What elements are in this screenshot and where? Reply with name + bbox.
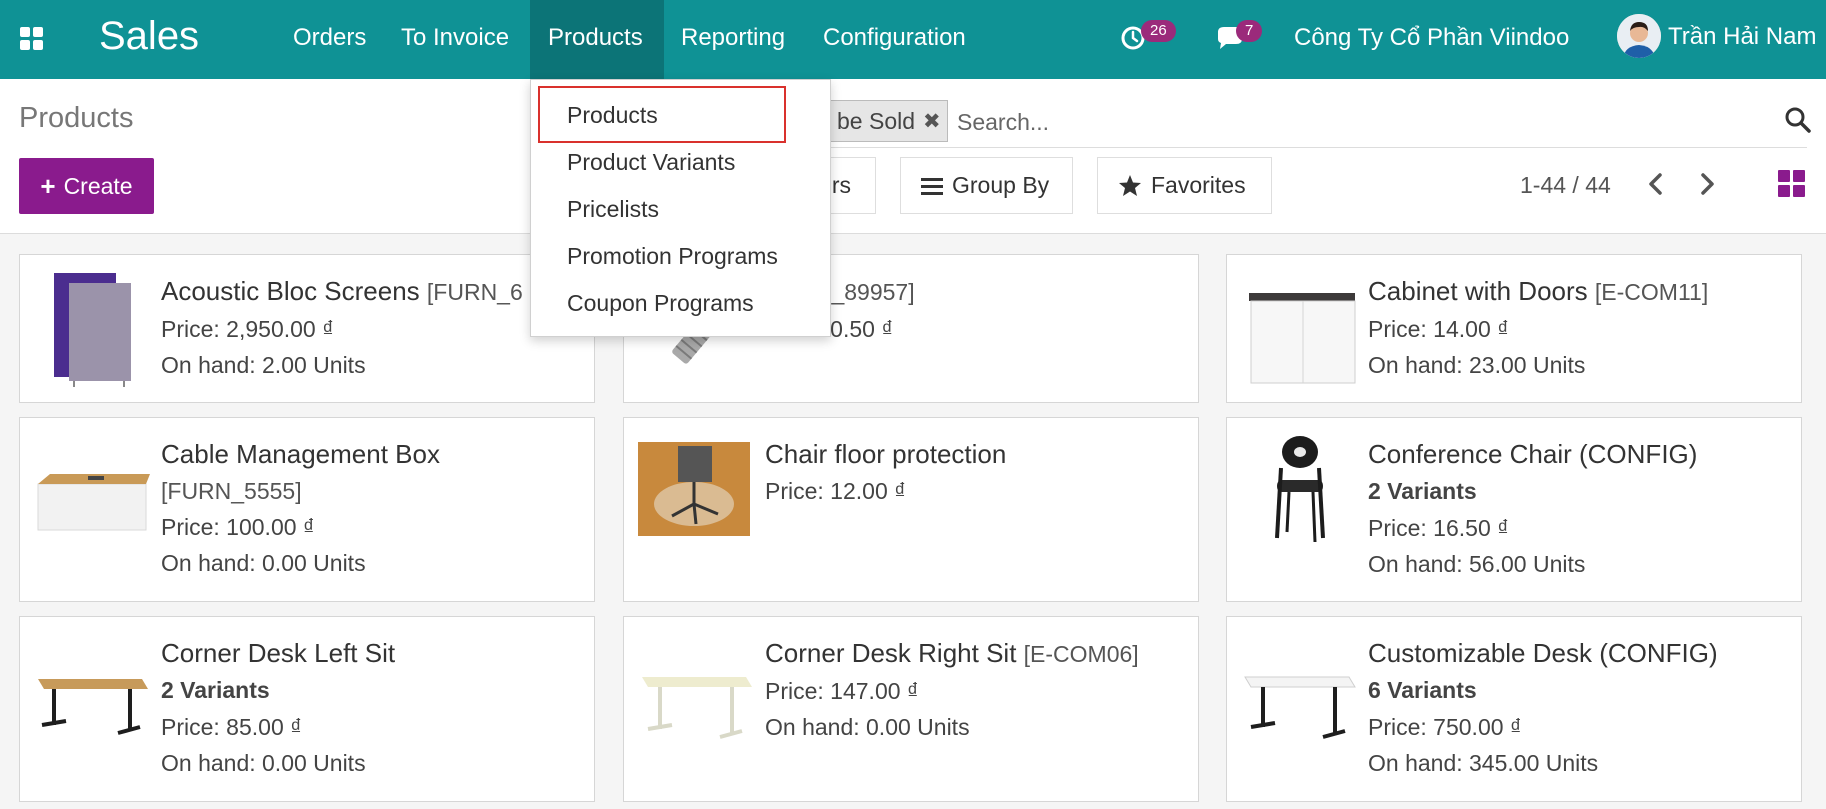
desk-icon xyxy=(34,639,152,757)
dropdown-item-coupon-programs[interactable]: Coupon Programs xyxy=(567,290,754,317)
group-by-label: Group By xyxy=(952,172,1050,198)
menu-products[interactable]: Products xyxy=(530,0,664,79)
menu-reporting[interactable]: Reporting xyxy=(663,0,803,79)
menu-configuration[interactable]: Configuration xyxy=(805,0,984,79)
product-name: Acoustic Bloc Screens xyxy=(161,276,420,306)
star-icon xyxy=(1119,175,1141,196)
product-name: Chair floor protection xyxy=(765,439,1007,469)
search-icon[interactable] xyxy=(1783,105,1813,135)
pager-value[interactable]: 1-44 / 44 xyxy=(1520,172,1611,199)
list-icon xyxy=(921,177,943,195)
plus-icon: + xyxy=(40,170,56,201)
product-code: [FURN_5555] xyxy=(161,478,302,504)
pager-previous-icon[interactable] xyxy=(1641,168,1671,200)
product-card[interactable]: Conference Chair (CONFIG) 2 Variants Pri… xyxy=(1226,417,1802,602)
acoustic-screen-icon xyxy=(34,269,152,387)
product-price: Price: 16.50 ₫ xyxy=(1368,515,1509,541)
product-code: [FURN_6 xyxy=(426,279,523,305)
product-on-hand: On hand: 2.00 Units xyxy=(161,352,366,378)
product-price: Price: 85.00 ₫ xyxy=(161,714,302,740)
product-price: Price: 100.00 ₫ xyxy=(161,514,315,540)
product-price: Price: 750.00 ₫ xyxy=(1368,714,1522,740)
product-price: Price: 2,950.00 ₫ xyxy=(161,316,334,342)
menu-to-invoice[interactable]: To Invoice xyxy=(383,0,527,79)
product-card[interactable]: Chair floor protection Price: 12.00 ₫ xyxy=(623,417,1199,602)
group-by-button[interactable]: Group By xyxy=(900,157,1073,214)
product-card[interactable]: Cable Management Box [FURN_5555] Price: … xyxy=(19,417,595,602)
search-input[interactable] xyxy=(957,103,1717,141)
product-price: Price: 14.00 ₫ xyxy=(1368,316,1509,342)
product-name: Corner Desk Right Sit xyxy=(765,638,1017,668)
product-name: Corner Desk Left Sit xyxy=(161,638,396,668)
menu-orders[interactable]: Orders xyxy=(275,0,384,79)
product-variants: 2 Variants xyxy=(161,677,270,703)
chair-mat-icon xyxy=(638,442,756,560)
desk-icon xyxy=(638,639,756,757)
dropdown-item-product-variants[interactable]: Product Variants xyxy=(567,149,735,176)
product-price: Price: 147.00 ₫ xyxy=(765,678,919,704)
messaging-chat-icon[interactable]: 7 xyxy=(1212,20,1263,60)
message-count-badge: 7 xyxy=(1236,20,1263,42)
product-name: Conference Chair (CONFIG) xyxy=(1368,439,1698,469)
product-name: Cabinet with Doors xyxy=(1368,276,1588,306)
product-price: Price: 12.00 ₫ xyxy=(765,478,906,504)
product-on-hand: On hand: 56.00 Units xyxy=(1368,551,1586,577)
facet-remove-icon[interactable]: ✖ xyxy=(923,109,941,134)
product-code: [E-COM06] xyxy=(1023,641,1139,667)
product-card[interactable]: Corner Desk Left Sit 2 Variants Price: 8… xyxy=(19,616,595,802)
top-navbar: Sales Orders To Invoice Products Reporti… xyxy=(0,0,1826,79)
product-on-hand: On hand: 0.00 Units xyxy=(161,750,366,776)
product-name: Cable Management Box xyxy=(161,439,440,469)
products-dropdown-menu: Products Product Variants Pricelists Pro… xyxy=(530,79,831,337)
search-facet: be Sold ✖ xyxy=(830,100,948,142)
user-name: Trần Hải Nam xyxy=(1668,23,1817,50)
cabinet-icon xyxy=(1241,269,1359,387)
product-name: Customizable Desk (CONFIG) xyxy=(1368,638,1718,668)
product-on-hand: On hand: 0.00 Units xyxy=(765,714,970,740)
product-card[interactable]: Customizable Desk (CONFIG) 6 Variants Pr… xyxy=(1226,616,1802,802)
favorites-button[interactable]: Favorites xyxy=(1097,157,1272,214)
product-on-hand: On hand: 345.00 Units xyxy=(1368,750,1599,776)
pager-next-icon[interactable] xyxy=(1692,168,1722,200)
product-variants: 2 Variants xyxy=(1368,478,1477,504)
activity-clock-icon[interactable]: 26 xyxy=(1116,20,1176,60)
product-code: [E-COM11] xyxy=(1594,279,1709,305)
desk-icon xyxy=(1241,639,1359,757)
filters-button-label: rs xyxy=(831,172,851,198)
search-facet-label: be Sold xyxy=(837,107,916,134)
dropdown-item-products[interactable]: Products xyxy=(567,102,658,129)
favorites-label: Favorites xyxy=(1151,172,1246,198)
chair-icon xyxy=(1241,434,1359,552)
product-on-hand: On hand: 23.00 Units xyxy=(1368,352,1586,378)
product-card[interactable]: Corner Desk Right Sit [E-COM06] Price: 1… xyxy=(623,616,1199,802)
activity-count-badge: 26 xyxy=(1141,20,1176,42)
cable-box-icon xyxy=(34,438,152,556)
kanban-view-icon[interactable] xyxy=(1778,170,1806,198)
product-on-hand: On hand: 0.00 Units xyxy=(161,550,366,576)
product-card[interactable]: Acoustic Bloc Screens [FURN_6 Price: 2,9… xyxy=(19,254,595,403)
create-button-label: Create xyxy=(63,172,133,199)
dropdown-item-promotion-programs[interactable]: Promotion Programs xyxy=(567,243,778,270)
apps-menu-icon[interactable] xyxy=(20,27,44,51)
dropdown-item-pricelists[interactable]: Pricelists xyxy=(567,196,659,223)
breadcrumb: Products xyxy=(19,102,134,134)
product-card[interactable]: Cabinet with Doors [E-COM11] Price: 14.0… xyxy=(1226,254,1802,403)
product-variants: 6 Variants xyxy=(1368,677,1477,703)
company-switcher[interactable]: Công Ty Cổ Phần Viindoo xyxy=(1294,0,1569,79)
create-button[interactable]: + Create xyxy=(19,158,154,214)
user-avatar xyxy=(1617,14,1661,58)
app-name[interactable]: Sales xyxy=(99,14,199,59)
